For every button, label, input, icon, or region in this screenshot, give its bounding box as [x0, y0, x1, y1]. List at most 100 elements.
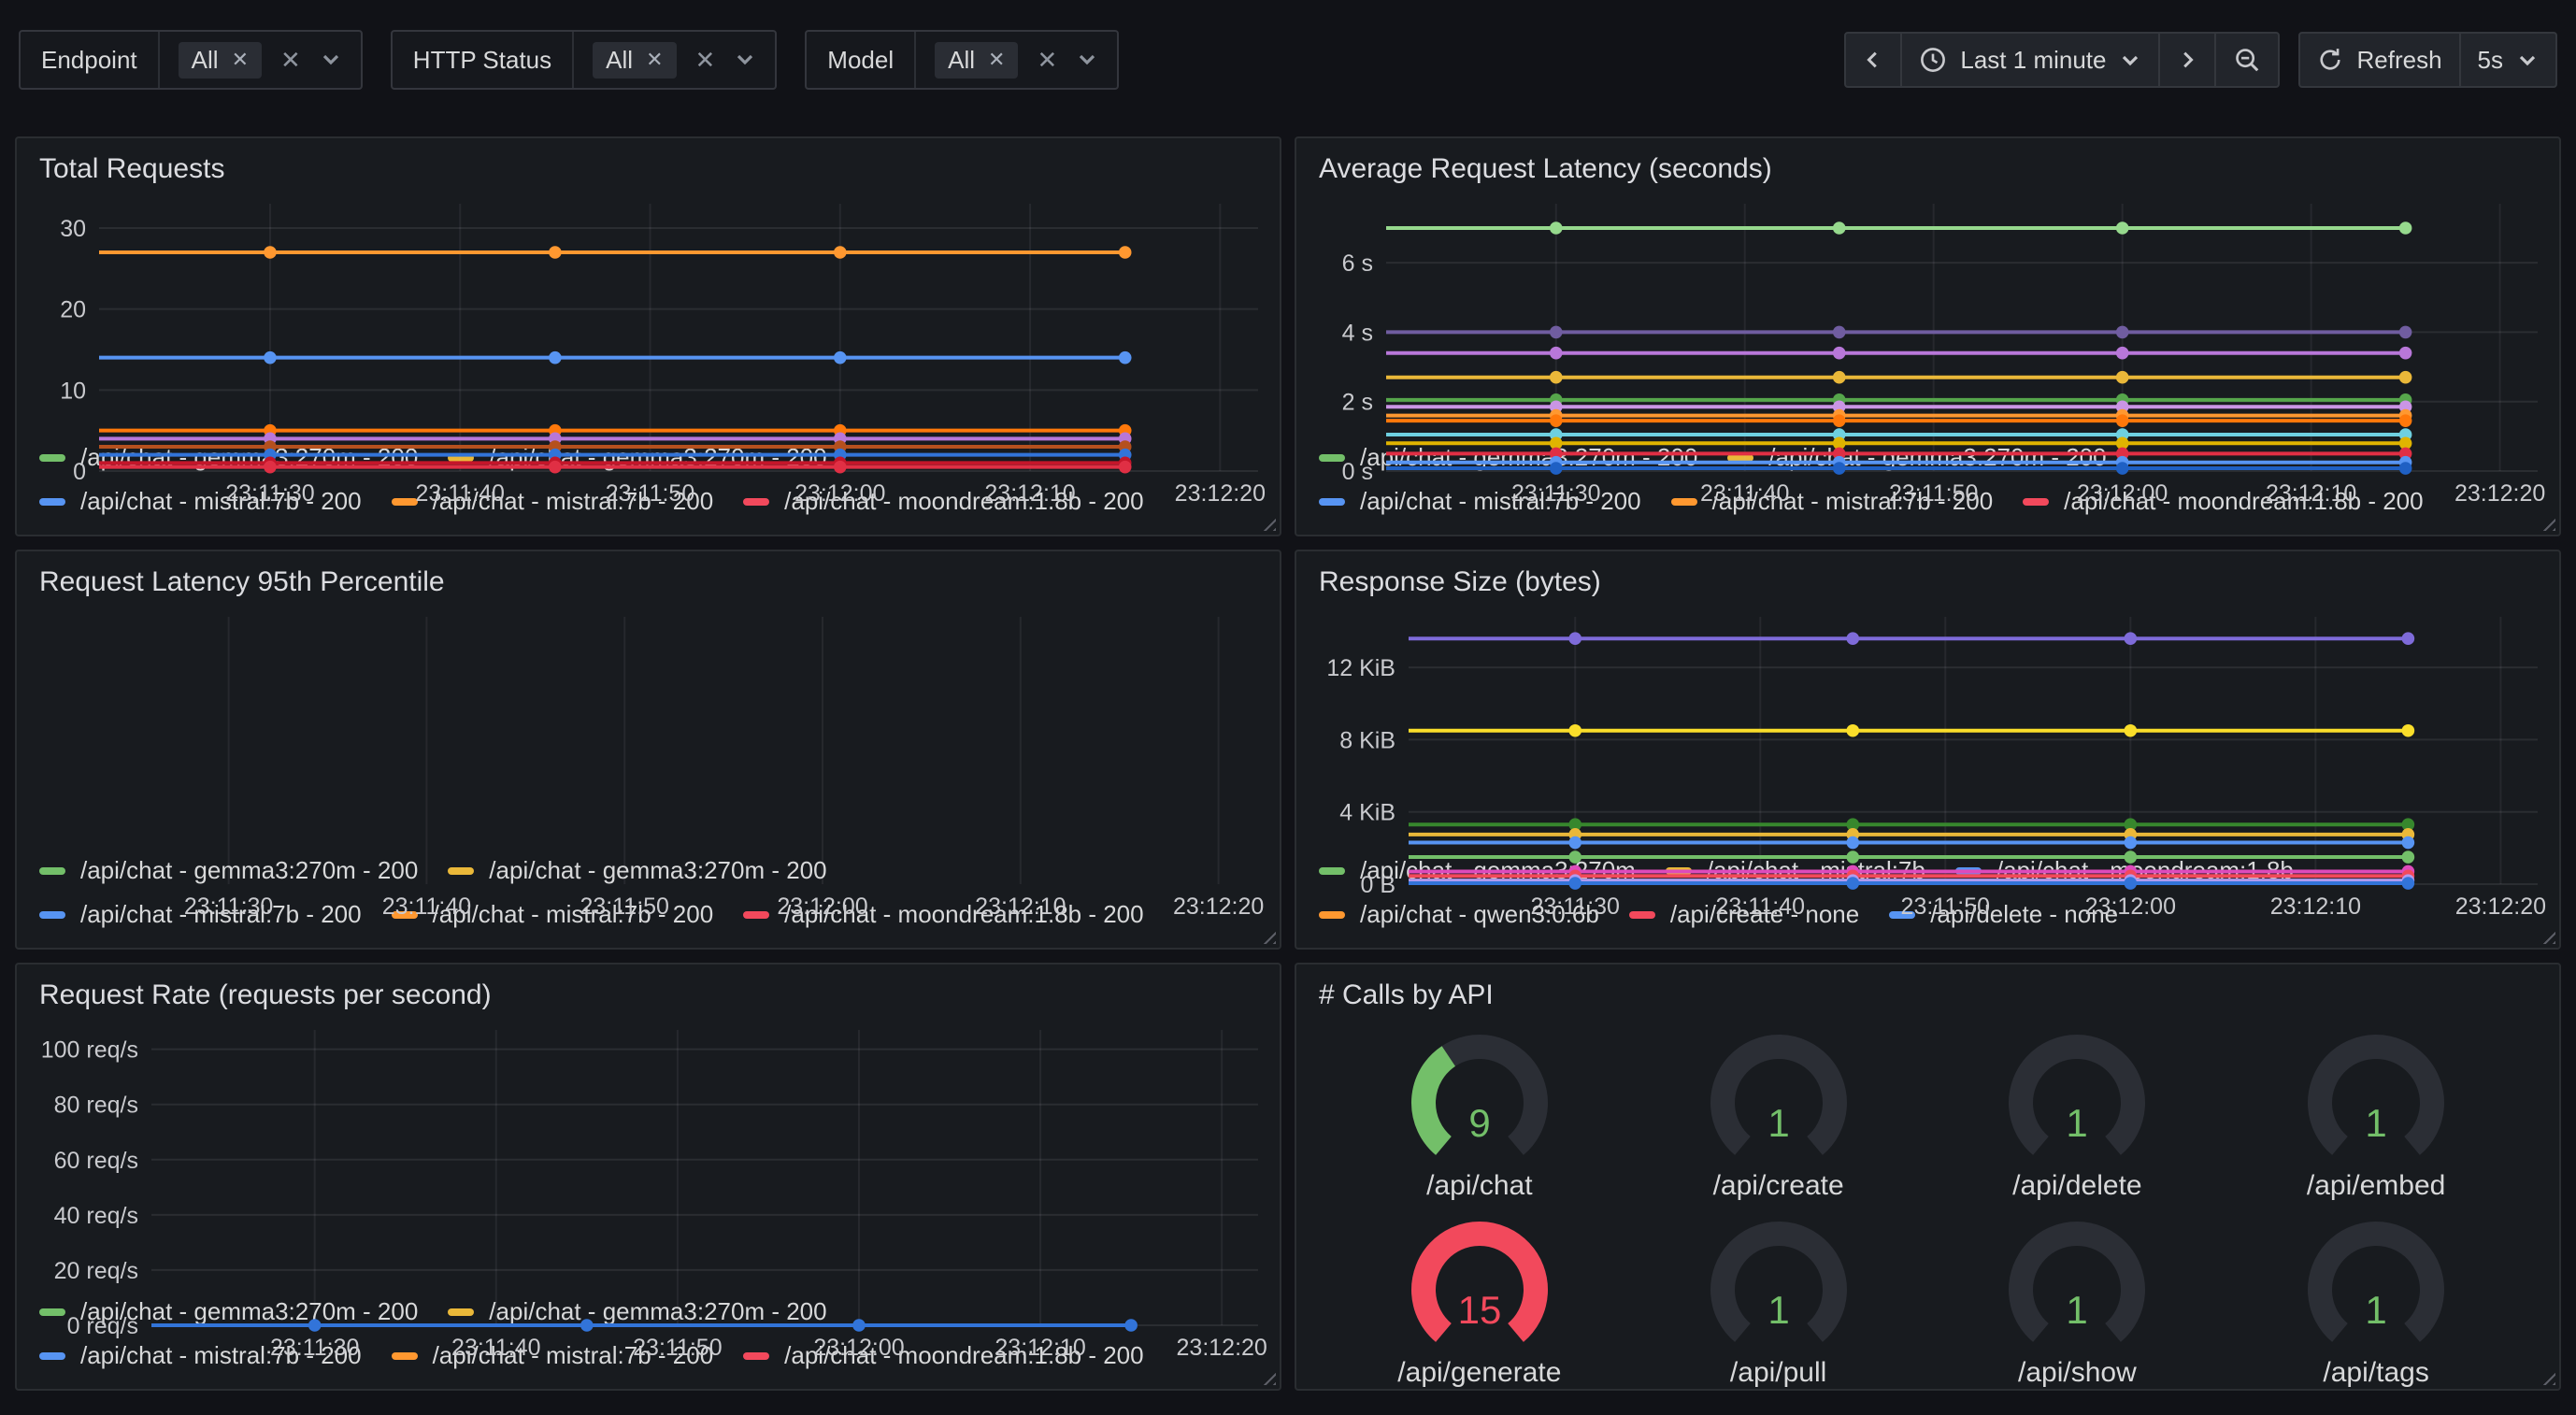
panel-total-requests: Total Requests 23:11:3023:11:4023:11:502…	[15, 136, 1281, 536]
chart-area[interactable]: 23:11:3023:11:4023:11:5023:12:0023:12:10…	[1308, 193, 2548, 437]
series-point	[1550, 414, 1563, 427]
gauge-label: /api/generate	[1397, 1357, 1561, 1389]
gauge-api-chat[interactable]: 9/api/chat	[1330, 1019, 1629, 1206]
gauge-arc: 15	[1381, 1206, 1579, 1355]
x-tick-label: 23:11:50	[1889, 480, 1978, 507]
x-tick-label: 23:11:50	[1901, 893, 1990, 920]
gauge-arc: 1	[1680, 1019, 1878, 1168]
time-range-button[interactable]: Last 1 minute	[1900, 32, 2160, 88]
y-tick-label: 8 KiB	[1339, 727, 1395, 753]
x-tick-label: 23:12:00	[2077, 480, 2168, 507]
chart-area[interactable]: 23:11:3023:11:4023:11:5023:12:0023:12:10…	[28, 1019, 1268, 1292]
x-tick-label: 23:12:00	[2085, 893, 2176, 920]
chart-area[interactable]: 23:11:3023:11:4023:11:5023:12:0023:12:10…	[28, 193, 1268, 437]
gauge-arc: 1	[1978, 1019, 2176, 1168]
filter-value[interactable]: All✕✕	[574, 32, 775, 88]
panel-response-size: Response Size (bytes) 23:11:3023:11:4023…	[1295, 550, 2561, 950]
chart-area[interactable]: 23:11:3023:11:4023:11:5023:12:0023:12:10…	[28, 606, 1268, 850]
filter-endpoint: EndpointAll✕✕	[19, 30, 363, 90]
series-point	[264, 351, 277, 364]
gauge-api-generate[interactable]: 15/api/generate	[1330, 1206, 1629, 1391]
series-point	[1846, 877, 1859, 890]
filter-chip[interactable]: All✕	[179, 42, 262, 79]
panel-title[interactable]: # Calls by API	[1296, 965, 2559, 1015]
series-point	[2402, 836, 2415, 850]
x-tick-label: 23:12:20	[1175, 480, 1266, 507]
gauge-api-pull[interactable]: 1/api/pull	[1629, 1206, 1928, 1391]
series-point	[1119, 246, 1132, 259]
y-tick-label: 20 req/s	[54, 1258, 138, 1284]
gauge-grid: 9/api/chat1/api/create1/api/delete1/api/…	[1296, 1015, 2559, 1391]
panel-title[interactable]: Request Rate (requests per second)	[17, 965, 1280, 1015]
series-point	[2399, 222, 2412, 235]
y-tick-label: 2 s	[1342, 390, 1373, 416]
chevron-down-icon[interactable]	[1076, 49, 1098, 71]
chip-remove-icon[interactable]: ✕	[232, 48, 249, 72]
y-tick-label: 40 req/s	[54, 1203, 138, 1229]
chip-remove-icon[interactable]: ✕	[988, 48, 1005, 72]
gauge-label: /api/delete	[2012, 1170, 2141, 1202]
series-point	[1833, 371, 1846, 384]
time-controls: Last 1 minute Refresh 5s	[1844, 32, 2557, 88]
series-point	[1119, 351, 1132, 364]
chevron-down-icon[interactable]	[734, 49, 756, 71]
panel-title[interactable]: Total Requests	[17, 138, 1280, 189]
chevron-down-icon[interactable]	[320, 49, 342, 71]
series-point	[1550, 222, 1563, 235]
panel-title[interactable]: Average Request Latency (seconds)	[1296, 138, 2559, 189]
filter-clear-icon[interactable]: ✕	[695, 48, 716, 72]
gauge-api-create[interactable]: 1/api/create	[1629, 1019, 1928, 1206]
x-tick-label: 23:11:30	[270, 1335, 359, 1361]
gauge-label: /api/tags	[2323, 1357, 2428, 1389]
gauge-value: 9	[1468, 1101, 1490, 1145]
chevron-left-icon	[1863, 50, 1883, 70]
y-tick-label: 10	[60, 378, 86, 404]
gauge-value: 1	[1767, 1101, 1789, 1145]
time-zoom-out-button[interactable]	[2214, 32, 2280, 88]
filter-clear-icon[interactable]: ✕	[280, 48, 301, 72]
filter-chip[interactable]: All✕	[593, 42, 676, 79]
time-shift-forward-button[interactable]	[2158, 32, 2216, 88]
gauge-api-show[interactable]: 1/api/show	[1928, 1206, 2227, 1391]
gauge-arc: 1	[1978, 1206, 2176, 1355]
filter-chip[interactable]: All✕	[935, 42, 1018, 79]
filter-value[interactable]: All✕✕	[160, 32, 361, 88]
series-point	[549, 246, 562, 259]
grafana-dashboard: EndpointAll✕✕HTTP StatusAll✕✕ModelAll✕✕ …	[0, 0, 2576, 1415]
filter-clear-icon[interactable]: ✕	[1037, 48, 1057, 72]
x-tick-label: 23:12:00	[777, 893, 867, 920]
gauge-arc: 1	[2277, 1206, 2475, 1355]
x-tick-label: 23:12:10	[984, 480, 1075, 507]
refresh-label: Refresh	[2356, 46, 2441, 75]
panel-request-latency-p95: Request Latency 95th Percentile 23:11:30…	[15, 550, 1281, 950]
x-tick-label: 23:11:50	[580, 893, 668, 920]
refresh-interval-button[interactable]: 5s	[2459, 32, 2557, 88]
filter-value[interactable]: All✕✕	[916, 32, 1117, 88]
chart-svg: 23:11:3023:11:4023:11:5023:12:0023:12:10…	[1308, 606, 2549, 923]
series-point	[1833, 414, 1846, 427]
series-point	[1833, 326, 1846, 339]
series-point	[2116, 347, 2129, 360]
time-shift-back-button[interactable]	[1844, 32, 1902, 88]
x-tick-label: 23:12:10	[995, 1335, 1085, 1361]
series-point	[1568, 724, 1581, 737]
dashboard-toolbar: EndpointAll✕✕HTTP StatusAll✕✕ModelAll✕✕ …	[0, 0, 2576, 90]
gauge-api-tags[interactable]: 1/api/tags	[2226, 1206, 2526, 1391]
series-point	[1550, 347, 1563, 360]
chip-remove-icon[interactable]: ✕	[646, 48, 663, 72]
x-tick-label: 23:11:30	[184, 893, 273, 920]
refresh-button[interactable]: Refresh	[2298, 32, 2460, 88]
time-picker-group: Last 1 minute	[1844, 32, 2280, 88]
gauge-value: 1	[2067, 1101, 2088, 1145]
y-tick-label: 20	[60, 297, 86, 323]
chevron-down-icon	[2516, 49, 2539, 71]
panel-title[interactable]: Response Size (bytes)	[1296, 551, 2559, 602]
gauge-api-delete[interactable]: 1/api/delete	[1928, 1019, 2227, 1206]
chevron-right-icon	[2177, 50, 2197, 70]
gauge-value: 1	[2067, 1288, 2088, 1332]
gauge-api-embed[interactable]: 1/api/embed	[2226, 1019, 2526, 1206]
y-tick-label: 0 B	[1360, 872, 1395, 898]
panel-title[interactable]: Request Latency 95th Percentile	[17, 551, 1280, 602]
x-tick-label: 23:12:20	[1173, 893, 1264, 920]
chart-area[interactable]: 23:11:3023:11:4023:11:5023:12:0023:12:10…	[1308, 606, 2548, 850]
